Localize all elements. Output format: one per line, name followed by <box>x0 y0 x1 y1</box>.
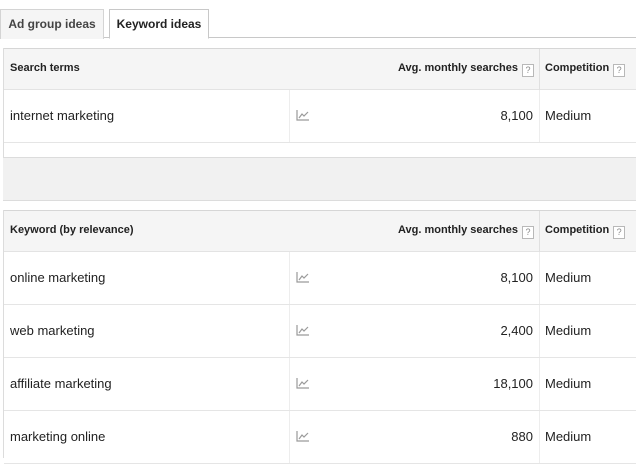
column-divider <box>539 90 540 142</box>
avg-monthly-searches-value: 8,100 <box>500 270 533 285</box>
tab-ad-group-ideas[interactable]: Ad group ideas <box>0 9 104 39</box>
competition-value: Medium <box>545 108 592 123</box>
column-divider <box>539 211 540 252</box>
table-spacer <box>4 144 636 157</box>
column-divider <box>289 411 290 463</box>
column-divider <box>539 252 540 304</box>
table-row: online marketing 8,100 Medium <box>4 252 636 305</box>
keyword-text: web marketing <box>10 323 95 338</box>
help-icon[interactable]: ? <box>522 64 534 77</box>
competition-value: Medium <box>545 323 592 338</box>
keyword-text: online marketing <box>10 270 106 285</box>
competition-label: Competition <box>545 224 610 236</box>
competition-column-header[interactable]: Competition? <box>545 62 626 77</box>
competition-value: Medium <box>545 429 592 444</box>
column-divider <box>289 252 290 304</box>
avg-monthly-searches-value: 2,400 <box>500 323 533 338</box>
competition-label: Competition <box>545 62 610 74</box>
section-divider <box>3 157 636 201</box>
avg-monthly-searches-column-header[interactable]: Avg. monthly searches? <box>398 224 534 239</box>
tab-keyword-ideas[interactable]: Keyword ideas <box>109 9 209 39</box>
trend-chart-icon[interactable] <box>296 377 310 389</box>
keyword-relevance-column-header[interactable]: Keyword (by relevance) <box>10 224 134 236</box>
column-divider <box>289 305 290 357</box>
help-icon[interactable]: ? <box>613 64 626 77</box>
help-icon[interactable]: ? <box>613 226 626 239</box>
trend-chart-icon[interactable] <box>296 109 310 121</box>
trend-chart-icon[interactable] <box>296 271 310 283</box>
column-divider <box>289 90 290 142</box>
column-divider <box>289 358 290 410</box>
search-terms-column-header[interactable]: Search terms <box>10 62 80 74</box>
table-row: affiliate marketing 18,100 Medium <box>4 358 636 411</box>
competition-value: Medium <box>545 376 592 391</box>
keyword-text: marketing online <box>10 429 106 444</box>
keyword-ideas-table: Keyword (by relevance) Avg. monthly sear… <box>3 210 636 464</box>
column-divider <box>539 358 540 410</box>
tab-bar: Ad group ideas Keyword ideas <box>0 0 636 39</box>
trend-chart-icon[interactable] <box>296 324 310 336</box>
keyword-ideas-header: Keyword (by relevance) Avg. monthly sear… <box>4 210 636 252</box>
avg-monthly-searches-value: 880 <box>511 429 533 444</box>
competition-value: Medium <box>545 270 592 285</box>
search-terms-header: Search terms Avg. monthly searches? Comp… <box>4 48 636 90</box>
avg-monthly-searches-value: 18,100 <box>493 376 533 391</box>
avg-monthly-searches-value: 8,100 <box>500 108 533 123</box>
column-divider <box>539 305 540 357</box>
trend-chart-icon[interactable] <box>296 430 310 442</box>
column-divider <box>539 49 540 90</box>
table-row: web marketing 2,400 Medium <box>4 305 636 358</box>
column-divider <box>539 411 540 463</box>
competition-column-header[interactable]: Competition? <box>545 224 626 239</box>
search-terms-table: Search terms Avg. monthly searches? Comp… <box>3 48 636 158</box>
avg-monthly-searches-column-header[interactable]: Avg. monthly searches? <box>398 62 534 77</box>
avg-monthly-searches-label: Avg. monthly searches <box>397 62 518 74</box>
avg-monthly-searches-label: Avg. monthly searches <box>397 224 518 236</box>
table-row: marketing online 880 Medium <box>4 411 636 464</box>
keyword-text: affiliate marketing <box>10 376 112 391</box>
help-icon[interactable]: ? <box>522 226 534 239</box>
keyword-text: internet marketing <box>10 108 115 123</box>
table-row: internet marketing 8,100 Medium <box>4 90 636 143</box>
